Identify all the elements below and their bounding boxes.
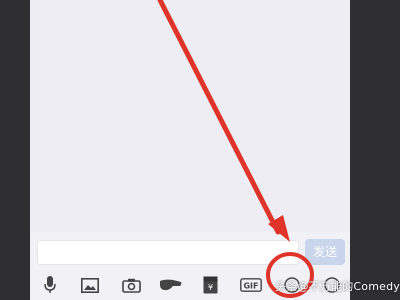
left-dark-border <box>0 0 30 300</box>
chat-message-area <box>30 0 350 232</box>
gif-icon[interactable]: GIF <box>239 276 263 294</box>
message-input[interactable] <box>37 240 299 265</box>
gif-label: GIF <box>243 282 258 291</box>
image-icon[interactable] <box>80 276 100 294</box>
poke-icon[interactable] <box>158 276 184 294</box>
send-button[interactable]: 发送 <box>305 239 345 265</box>
watermark: 头条@不万能的Comedy <box>275 280 400 293</box>
right-dark-border <box>350 0 400 300</box>
microphone-icon[interactable] <box>43 276 57 294</box>
red-envelope-symbol: ¥ <box>207 283 212 292</box>
red-envelope-icon[interactable]: ¥ <box>202 276 218 294</box>
camera-icon[interactable] <box>121 276 141 294</box>
